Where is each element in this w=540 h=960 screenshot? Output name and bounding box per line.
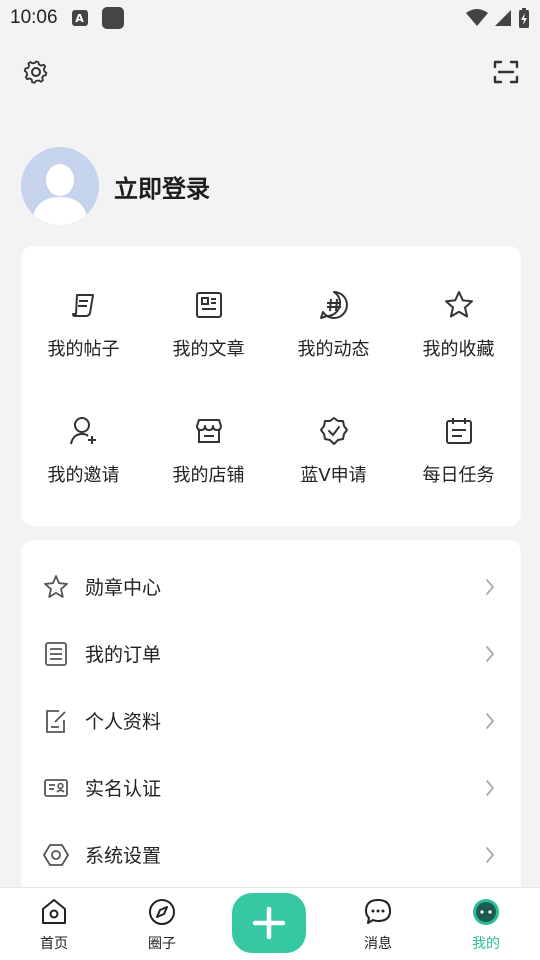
grid-item-label: 蓝V申请 [300, 465, 367, 486]
wifi-icon [466, 9, 488, 26]
store-icon [195, 419, 222, 443]
me-face-icon [473, 899, 499, 925]
calendar-task-icon [445, 418, 472, 444]
star-outline-icon [44, 574, 68, 598]
menu-item-profile[interactable]: 个人资料 [21, 687, 521, 754]
menu-item-label: 个人资料 [85, 711, 162, 733]
menu-item-label: 系统设置 [85, 845, 162, 867]
scan-button[interactable] [492, 58, 520, 86]
star-icon [444, 291, 473, 318]
profile-header[interactable]: 立即登录 [21, 147, 210, 225]
grid-item-label: 每日任务 [422, 465, 495, 486]
tab-home[interactable]: 首页 [0, 888, 108, 960]
article-icon [195, 292, 222, 318]
tab-label: 圈子 [148, 936, 176, 952]
scan-icon [493, 60, 519, 84]
settings-button[interactable] [22, 58, 50, 86]
tab-label: 首页 [40, 936, 68, 952]
id-card-icon [44, 778, 68, 797]
status-icons [466, 7, 530, 29]
edit-profile-icon [46, 709, 66, 733]
hexagon-settings-icon [43, 843, 69, 866]
status-bar: 10:06 A [0, 0, 540, 36]
chevron-right-icon [486, 712, 495, 729]
grid-item-posts[interactable]: 我的帖子 [21, 262, 146, 388]
plus-icon [252, 906, 286, 940]
home-icon [42, 899, 66, 924]
hashtag-icon [319, 291, 348, 319]
gear-icon [23, 60, 48, 84]
grid-item-label: 我的邀请 [47, 465, 120, 486]
post-icon [71, 294, 94, 317]
verified-badge-icon [319, 417, 348, 445]
tab-messages[interactable]: 消息 [324, 888, 432, 960]
battery-icon [519, 8, 529, 28]
grid-item-favorites[interactable]: 我的收藏 [396, 262, 521, 388]
menu-item-label: 我的订单 [85, 644, 162, 666]
menu-item-label: 勋章中心 [85, 577, 162, 599]
grid-item-label: 我的文章 [172, 339, 245, 360]
tab-mine[interactable]: 我的 [432, 888, 540, 960]
keyboard-indicator-icon: A [71, 10, 88, 26]
grid-item-store[interactable]: 我的店铺 [146, 388, 271, 514]
grid-item-label: 我的店铺 [172, 465, 245, 486]
status-time: 10:06 [10, 7, 58, 28]
grid-item-label: 我的动态 [297, 339, 370, 360]
tab-label: 我的 [472, 936, 500, 952]
notification-icon [101, 7, 124, 29]
default-avatar-icon [21, 147, 99, 225]
compass-icon [149, 899, 175, 925]
invite-user-icon [69, 417, 96, 445]
menu-item-label: 实名认证 [85, 778, 162, 800]
signal-icon [495, 10, 511, 26]
grid-item-moments[interactable]: 我的动态 [271, 262, 396, 388]
chevron-right-icon [486, 779, 495, 796]
tab-circles[interactable]: 圈子 [108, 888, 216, 960]
menu-item-real-name[interactable]: 实名认证 [21, 754, 521, 821]
chevron-right-icon [486, 846, 495, 863]
menu-item-medals[interactable]: 勋章中心 [21, 553, 521, 620]
chevron-right-icon [486, 645, 495, 662]
grid-item-label: 我的帖子 [47, 339, 120, 360]
chat-icon [365, 899, 391, 924]
grid-item-blue-v[interactable]: 蓝V申请 [271, 388, 396, 514]
menu-item-system-settings[interactable]: 系统设置 [21, 821, 521, 888]
grid-item-articles[interactable]: 我的文章 [146, 262, 271, 388]
grid-item-invites[interactable]: 我的邀请 [21, 388, 146, 514]
create-post-button[interactable] [232, 893, 306, 953]
avatar[interactable] [21, 147, 99, 225]
grid-item-label: 我的收藏 [422, 339, 495, 360]
tab-label: 消息 [364, 936, 392, 952]
chevron-right-icon [486, 578, 495, 595]
menu-item-orders[interactable]: 我的订单 [21, 620, 521, 687]
grid-item-daily-tasks[interactable]: 每日任务 [396, 388, 521, 514]
login-link[interactable]: 立即登录 [114, 169, 210, 204]
menu-list-card: 勋章中心 我的订单 个人资料 实名认证 系统设置 [21, 540, 521, 900]
feature-grid-card: 我的帖子 我的文章 我的动态 我的收藏 我的邀请 我的店铺 蓝V申请 每日任务 [21, 246, 521, 526]
order-icon [45, 641, 67, 666]
